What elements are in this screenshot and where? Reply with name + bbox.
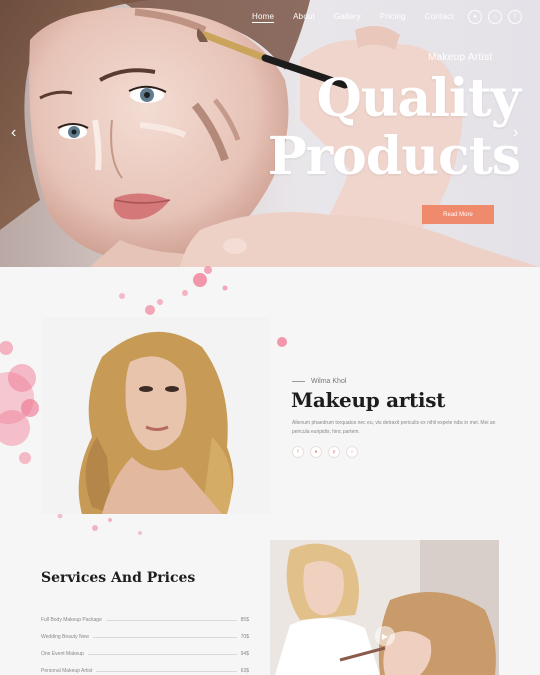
hero-section: Home About Gallery Pricing Contact ● ○ f… <box>0 0 540 267</box>
nav-about[interactable]: About <box>293 12 315 21</box>
about-description: Allenum phaedrum torquatos nec eu, vis d… <box>292 420 496 435</box>
hero-title-line1: Quality <box>316 68 521 129</box>
price-row: One Event Makeup 94$ <box>41 640 249 657</box>
about-social-links: f ● p ○ <box>292 446 358 458</box>
service-price: 63$ <box>240 668 249 674</box>
hero-title-line2: Products <box>267 126 521 187</box>
header-social-links: ● ○ f <box>468 10 522 24</box>
read-more-button[interactable]: Read More <box>422 205 494 224</box>
hero-kicker: Makeup Artist <box>428 52 493 63</box>
nav-gallery[interactable]: Gallery <box>334 12 361 21</box>
kicker-line <box>292 381 305 382</box>
price-leader <box>87 654 237 655</box>
instagram-icon[interactable]: ○ <box>488 10 502 24</box>
about-title: Makeup artist <box>291 388 446 412</box>
price-leader <box>96 671 237 672</box>
artist-portrait-image <box>42 317 270 514</box>
service-price: 70$ <box>240 634 249 640</box>
about-kicker: Wilma Khol <box>292 378 346 385</box>
hero-title: Quality Products <box>220 68 521 187</box>
nav-pricing[interactable]: Pricing <box>380 12 406 21</box>
service-price: 85$ <box>240 617 249 623</box>
play-icon[interactable]: ▶ <box>375 626 395 646</box>
service-price: 94$ <box>240 651 249 657</box>
facebook-icon[interactable]: f <box>292 446 304 458</box>
price-list: Full Body Makeup Package 85$ Wedding Bea… <box>41 606 249 674</box>
pinterest-icon[interactable]: p <box>328 446 340 458</box>
services-title: Services And Prices <box>41 570 196 586</box>
price-row: Personal Makeup Artist 63$ <box>41 657 249 674</box>
nav-contact[interactable]: Contact <box>425 12 454 21</box>
service-name: Personal Makeup Artist <box>41 668 93 674</box>
service-name: Full Body Makeup Package <box>41 617 102 623</box>
service-name: One Event Makeup <box>41 651 84 657</box>
facebook-icon[interactable]: f <box>508 10 522 24</box>
instagram-icon[interactable]: ○ <box>346 446 358 458</box>
price-leader <box>93 637 237 638</box>
nav-home[interactable]: Home <box>252 12 274 21</box>
twitter-icon[interactable]: ● <box>310 446 322 458</box>
price-row: Full Body Makeup Package 85$ <box>41 606 249 623</box>
service-name: Wedding Beauty New <box>41 634 89 640</box>
price-row: Wedding Beauty New 70$ <box>41 623 249 640</box>
main-nav: Home About Gallery Pricing Contact <box>252 12 473 21</box>
chevron-left-icon[interactable]: ‹ <box>11 124 16 142</box>
services-video-thumbnail[interactable] <box>270 540 499 675</box>
chevron-right-icon[interactable]: › <box>513 124 518 142</box>
price-leader <box>105 620 237 621</box>
about-kicker-text: Wilma Khol <box>311 378 347 385</box>
twitter-icon[interactable]: ● <box>468 10 482 24</box>
